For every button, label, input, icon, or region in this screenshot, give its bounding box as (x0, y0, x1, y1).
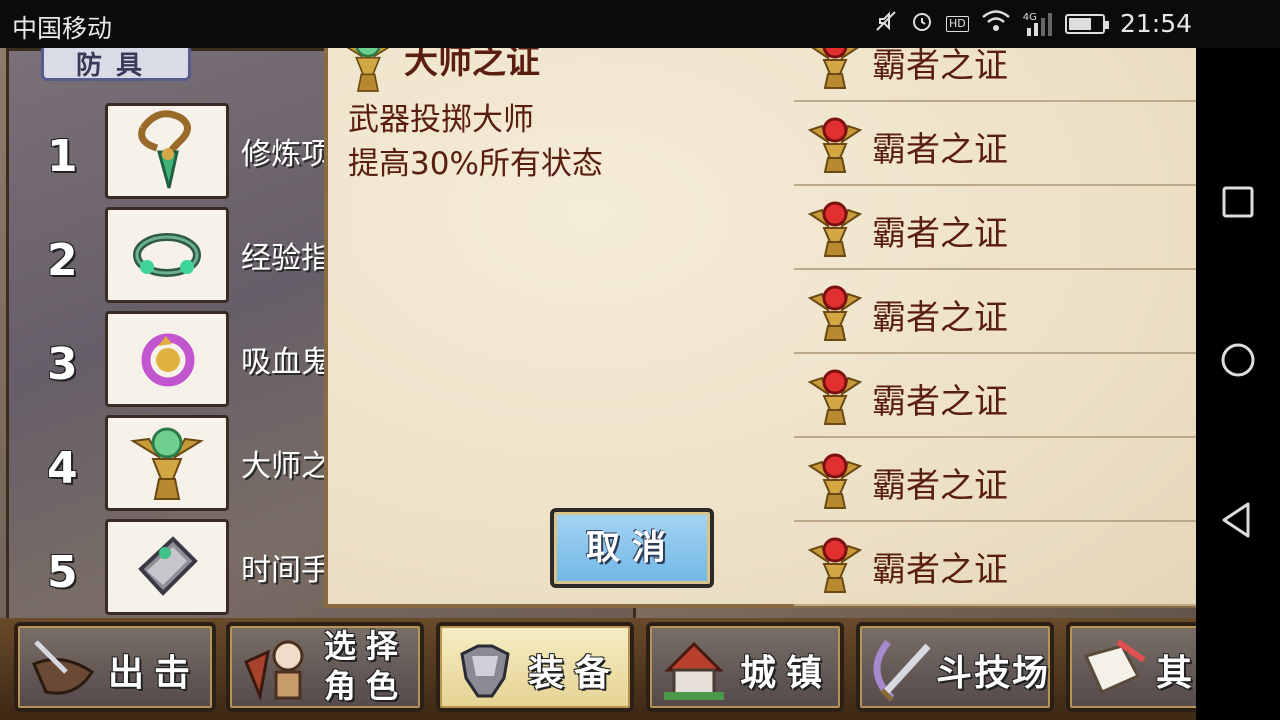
slot-number: 4 (47, 443, 78, 494)
clock: 21:54 (1120, 9, 1193, 38)
tab-arena[interactable]: 斗技场 (856, 622, 1054, 712)
choice-label: 霸者之证 (872, 298, 1008, 338)
circle-icon (1221, 343, 1255, 377)
slot-name: 修炼项 (241, 137, 331, 172)
tab-label: 斗技场 (936, 653, 1051, 694)
bracelet-icon (138, 536, 198, 596)
tab-label: 选择 角色 (324, 626, 408, 706)
choice-row[interactable]: 霸者之证 (794, 522, 1196, 606)
choice-row[interactable]: 霸者之证 (794, 270, 1196, 354)
slot-name: 大师之 (241, 449, 331, 484)
choice-row[interactable]: 霸者之证 (794, 186, 1196, 270)
item-detail-dialog: 大师之证 武器投掷大师 提高30%所有状态 取消 霸者之证 霸者之证 霸者之证 霸者之… (324, 48, 1196, 608)
tab-select-character[interactable]: 选择 角色 (226, 622, 424, 712)
tab-label: 城镇 (740, 653, 833, 694)
sortie-icon (32, 640, 95, 695)
signal-icon: 4G (1023, 10, 1053, 38)
tab-label: 装备 (528, 653, 621, 694)
description-line: 提高30%所有状态 (348, 146, 603, 182)
choice-row[interactable]: 霸者之证 (794, 438, 1196, 522)
battery-level (1068, 18, 1092, 30)
slot-number: 3 (47, 339, 78, 390)
slot-name: 吸血鬼 (241, 345, 331, 380)
scroll-icon (1083, 639, 1146, 694)
wifi-icon (981, 9, 1011, 40)
cancel-button[interactable]: 取消 (550, 508, 714, 588)
choice-label: 霸者之证 (872, 466, 1008, 506)
ring-icon (133, 233, 201, 277)
equip-slot-2[interactable] (105, 207, 229, 303)
home-button[interactable] (1218, 340, 1258, 380)
square-icon (1222, 186, 1254, 218)
tab-equipment[interactable]: 装备 (436, 622, 634, 712)
choice-label: 霸者之证 (872, 214, 1008, 254)
battery-icon (1064, 14, 1109, 34)
conqueror-emblem-icon (808, 117, 862, 173)
tab-label: 其 (1156, 653, 1196, 694)
choice-label: 霸者之证 (872, 130, 1008, 170)
tab-label-line: 角色 (324, 667, 409, 705)
conqueror-emblem-icon (808, 201, 862, 257)
arena-icon (873, 639, 931, 702)
item-title: 大师之证 (404, 48, 540, 82)
slot-name: 时间手 (241, 553, 331, 588)
tab-sortie[interactable]: 出击 (14, 622, 216, 712)
choice-label: 霸者之证 (872, 550, 1008, 590)
equip-slot-5[interactable] (105, 519, 229, 615)
conqueror-emblem-icon (808, 453, 862, 509)
master-emblem-icon (130, 427, 204, 500)
conqueror-emblem-icon (808, 285, 862, 341)
town-icon (664, 641, 724, 700)
status-bar: 中国移动 HD 4G 21:54 (0, 0, 1280, 48)
choice-label: 霸者之证 (872, 48, 1008, 86)
status-icons: HD 4G (874, 9, 1109, 40)
equip-slot-4[interactable] (105, 415, 229, 511)
necklace-icon (138, 110, 191, 189)
recent-apps-button[interactable] (1218, 182, 1258, 222)
game-screen: 防具 1 修炼项 2 经验指 3 吸血鬼 4 大师之 5 时间手 大师之证 武器… (0, 48, 1196, 720)
mute-icon (874, 9, 898, 40)
slot-number: 2 (47, 235, 78, 286)
carrier-name: 中国移动 (12, 14, 113, 43)
hd-icon: HD (946, 16, 969, 32)
alarm-icon (910, 9, 934, 40)
choice-label: 霸者之证 (872, 382, 1008, 422)
choice-row[interactable]: 霸者之证 (794, 48, 1196, 102)
tab-label-line: 选择 (324, 627, 409, 665)
defense-tab[interactable]: 防具 (41, 48, 191, 81)
description-line: 武器投掷大师 (348, 102, 534, 138)
armor-icon (460, 644, 510, 698)
conqueror-emblem-icon (811, 48, 859, 89)
equip-slot-3[interactable] (105, 311, 229, 407)
tab-town[interactable]: 城镇 (646, 622, 844, 712)
conqueror-emblem-icon (808, 537, 862, 593)
conqueror-emblem-icon (808, 369, 862, 425)
choice-row[interactable]: 霸者之证 (794, 354, 1196, 438)
tab-label: 出击 (108, 653, 201, 694)
slot-number: 1 (47, 131, 78, 182)
slot-number: 5 (47, 547, 78, 598)
master-emblem-icon (346, 48, 390, 92)
system-nav-bar (1196, 48, 1280, 720)
back-button[interactable] (1218, 500, 1258, 540)
slot-name: 经验指 (241, 241, 331, 276)
character-icon (244, 640, 304, 702)
equip-slot-1[interactable] (105, 103, 229, 199)
vampire-ring-icon (141, 333, 195, 387)
tab-other[interactable]: 其 (1066, 622, 1196, 712)
item-description: 武器投掷大师 提高30%所有状态 (348, 98, 603, 186)
choice-row[interactable]: 霸者之证 (794, 102, 1196, 186)
triangle-back-icon (1222, 502, 1250, 538)
item-choice-list: 霸者之证 霸者之证 霸者之证 霸者之证 霸者之证 霸者之证 霸者之证 (794, 48, 1196, 606)
